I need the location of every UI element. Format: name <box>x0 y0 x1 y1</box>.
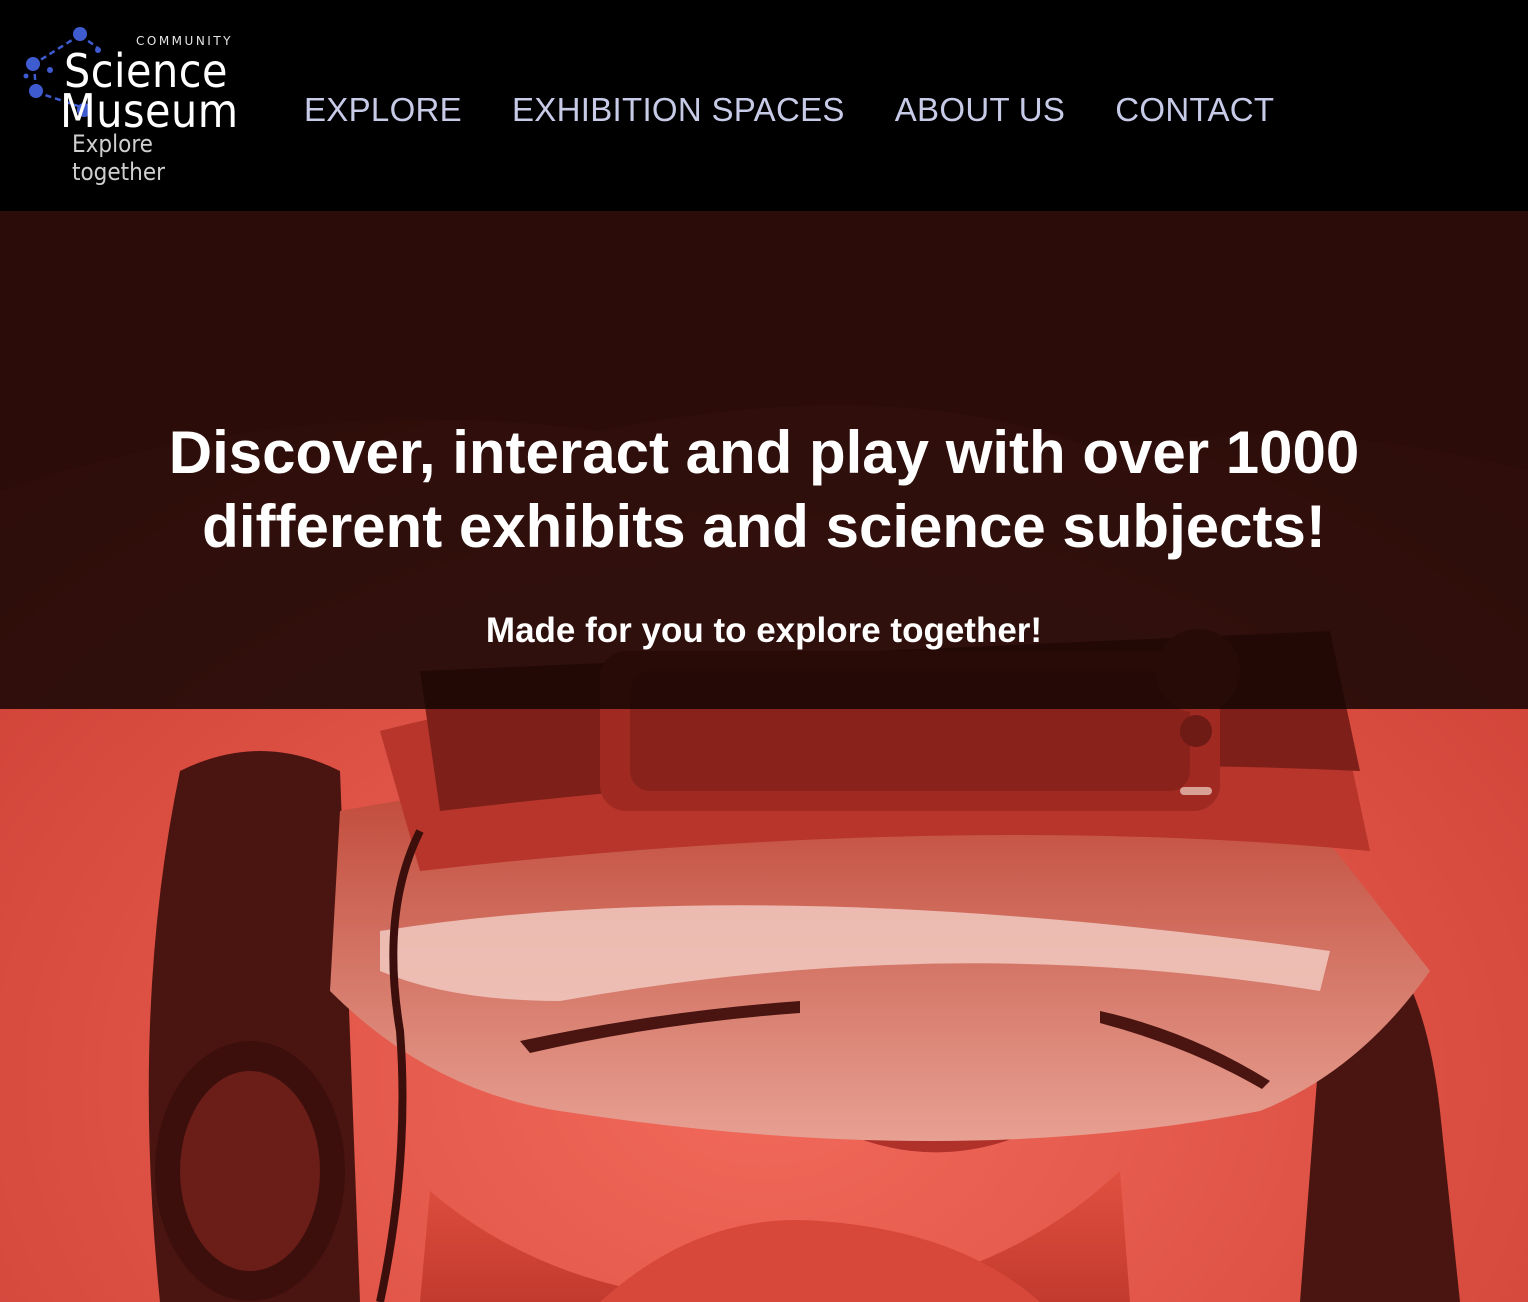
logo-museum-text: Museum <box>60 84 239 138</box>
nav-link-about-us[interactable]: ABOUT US <box>895 88 1066 132</box>
page: COMMUNITY Science Museum Explore togethe… <box>0 0 1528 1302</box>
site-logo[interactable]: COMMUNITY Science Museum Explore togethe… <box>22 26 252 186</box>
hero-banner: Discover, interact and play with over 10… <box>0 211 1528 709</box>
nav-link-exhibition-spaces[interactable]: EXHIBITION SPACES <box>512 88 845 132</box>
nav-link-explore[interactable]: EXPLORE <box>304 88 462 132</box>
hero-title: Discover, interact and play with over 10… <box>168 419 1360 560</box>
hero-subtitle: Made for you to explore together! <box>485 611 1043 650</box>
logo-tagline: Explore together <box>72 130 165 186</box>
site-header: COMMUNITY Science Museum Explore togethe… <box>0 0 1528 211</box>
hero-section: Discover, interact and play with over 10… <box>0 211 1528 1302</box>
main-nav: EXPLORE EXHIBITION SPACES ABOUT US CONTA… <box>304 88 1274 132</box>
nav-link-contact[interactable]: CONTACT <box>1115 88 1274 132</box>
